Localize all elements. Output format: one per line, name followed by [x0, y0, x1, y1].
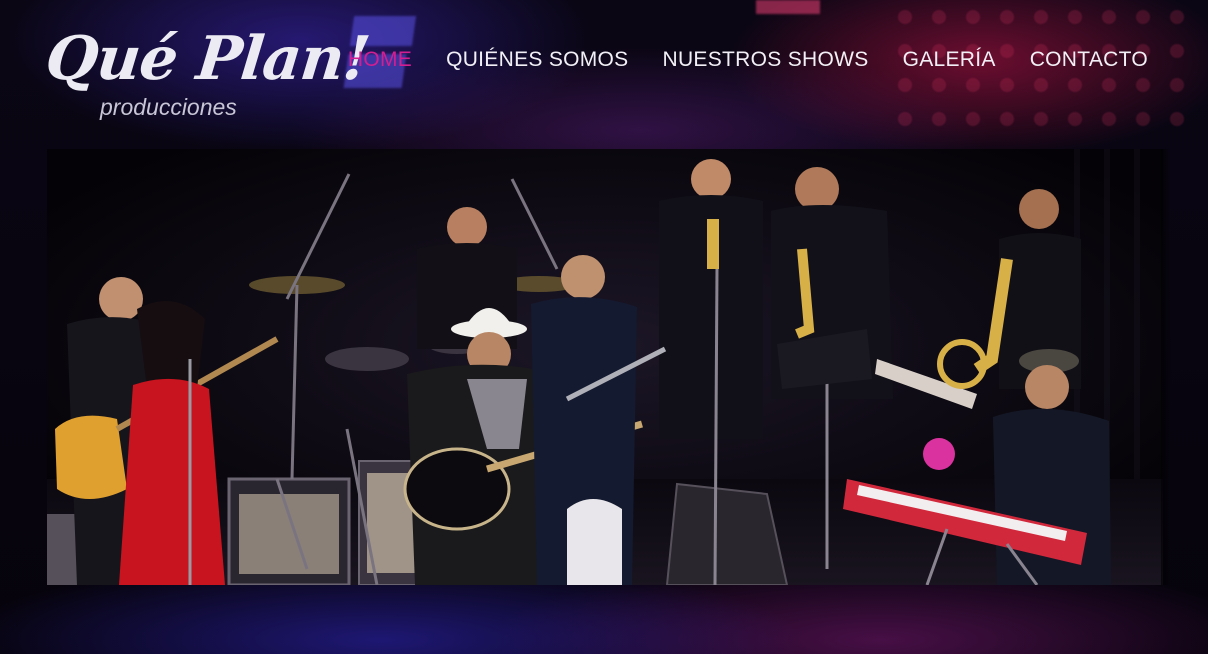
nav-contacto[interactable]: CONTACTO [1030, 48, 1148, 72]
site-logo[interactable]: Qué Plan! producciones [42, 22, 372, 126]
nav-home[interactable]: HOME [348, 48, 412, 72]
nav-quienes-somos[interactable]: QUIÉNES SOMOS [446, 48, 628, 72]
nav-galeria[interactable]: GALERÍA [903, 48, 996, 72]
hero-edge-shadow [1161, 149, 1171, 585]
stage-light [756, 0, 820, 14]
band-photo [47, 149, 1163, 585]
hero-image [47, 149, 1163, 585]
logo-subtitle: producciones [100, 94, 237, 120]
logo-title: Qué Plan! [42, 24, 373, 94]
nav-nuestros-shows[interactable]: NUESTROS SHOWS [663, 48, 869, 72]
main-nav: HOME QUIÉNES SOMOS NUESTROS SHOWS GALERÍ… [348, 48, 1148, 72]
